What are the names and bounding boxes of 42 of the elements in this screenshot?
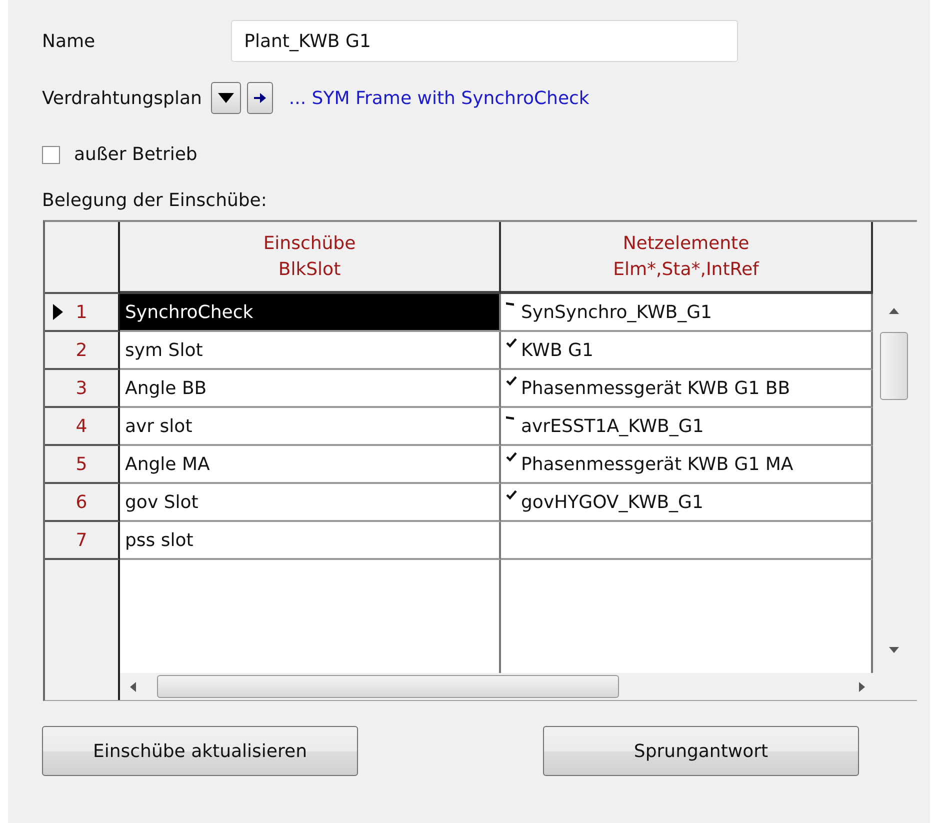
row-number: 4 xyxy=(76,416,88,436)
section-label: Belegung der Einschübe: xyxy=(42,190,267,211)
table-cell: SynSynchro_KWB_G1 xyxy=(521,302,712,322)
row-number: 3 xyxy=(76,378,88,398)
column-header: Netzelemente Elm*,Sta*,IntRef xyxy=(613,232,759,282)
wiring-link[interactable]: ... SYM Frame with SynchroCheck xyxy=(288,88,590,108)
name-field[interactable]: Plant_KWB G1 xyxy=(231,20,738,62)
column-header: Einschübe BlkSlot xyxy=(263,232,356,282)
row-number: 7 xyxy=(76,530,88,550)
row-number: 2 xyxy=(76,340,88,360)
table-cell: Angle MA xyxy=(125,454,210,474)
action-button[interactable]: Sprungantwort xyxy=(543,726,859,776)
table-cell: sym Slot xyxy=(125,340,203,360)
row-number: 1 xyxy=(76,302,88,322)
scrollbar-thumb[interactable] xyxy=(880,332,908,400)
table-cell: gov Slot xyxy=(125,492,198,512)
table-cell: Phasenmessgerät KWB G1 BB xyxy=(521,378,790,398)
table-cell: pss slot xyxy=(125,530,194,550)
table-cell: avrESST1A_KWB_G1 xyxy=(521,416,704,436)
row-number: 6 xyxy=(76,492,88,512)
table-cell: Angle BB xyxy=(125,378,207,398)
scroll-down-icon[interactable] xyxy=(889,647,899,653)
checkbox-label: außer Betrieb xyxy=(74,144,198,165)
field-label: Name xyxy=(42,30,96,52)
caret-icon xyxy=(218,93,234,103)
jump-button[interactable] xyxy=(246,82,273,114)
table-cell: KWB G1 xyxy=(521,340,594,360)
table-cell: govHYGOV_KWB_G1 xyxy=(521,492,704,512)
checkbox[interactable] xyxy=(42,146,60,164)
scroll-right-icon[interactable] xyxy=(859,682,865,692)
table-cell: avr slot xyxy=(125,416,192,436)
dropdown-button[interactable] xyxy=(210,82,241,114)
table-cell: Phasenmessgerät KWB G1 MA xyxy=(521,454,794,474)
field-label: Verdrahtungsplan xyxy=(42,88,202,108)
arrow-right-icon xyxy=(254,93,266,103)
table-cell: SynchroCheck xyxy=(125,302,254,322)
action-button[interactable]: Einschübe aktualisieren xyxy=(42,726,358,776)
scroll-up-icon[interactable] xyxy=(889,308,899,314)
scroll-left-icon[interactable] xyxy=(130,682,136,692)
current-row-icon xyxy=(52,303,64,321)
row-number: 5 xyxy=(76,454,88,474)
scrollbar-thumb[interactable] xyxy=(157,675,619,698)
